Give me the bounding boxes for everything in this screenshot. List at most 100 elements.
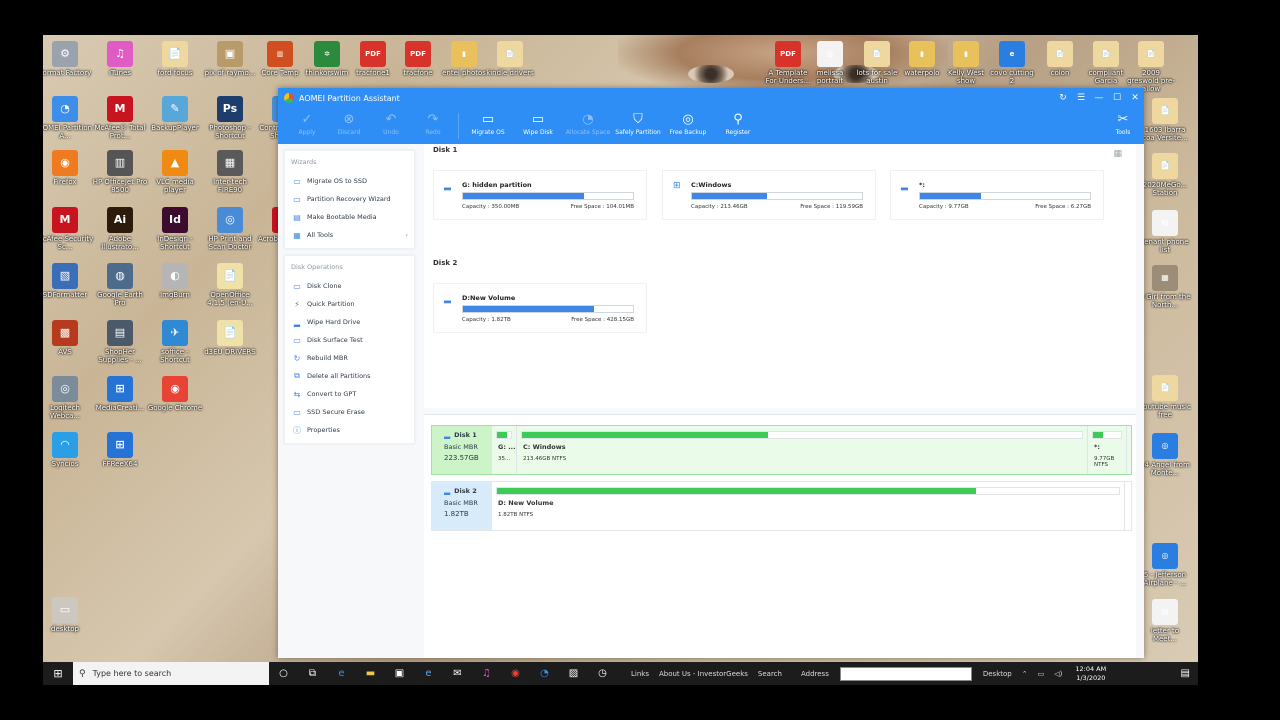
chrome-icon[interactable]: ◉ (501, 668, 530, 679)
clock-app-icon[interactable]: ◷ (588, 668, 617, 679)
desktop-icon[interactable]: 📄 colon (1036, 41, 1084, 77)
toolbar-button-undo[interactable]: ↶ Undo (370, 108, 412, 136)
task-view-icon[interactable]: ⧉ (298, 668, 327, 679)
desktop-icon[interactable]: M McAfee® Total Prot... (91, 96, 149, 140)
cortana-icon[interactable]: ○ (269, 668, 298, 679)
toolbar-button-migrate-os[interactable]: ▭ Migrate OS (463, 108, 513, 136)
desktop-icon[interactable]: ◉ Firefox (43, 150, 94, 186)
sidebar-item-ssd-secure-erase[interactable]: ▭ SSD Secure Erase (285, 403, 414, 421)
desktop-icon[interactable]: ▣ pix of raymo... (201, 41, 259, 77)
desktop-icon[interactable]: ▮ entei photos (440, 41, 488, 77)
notifications-icon[interactable]: ▤ (1181, 668, 1190, 679)
desktop-icon[interactable]: ♫ iTunes (91, 41, 149, 77)
desktop-icon[interactable]: PDF tracfone1 (349, 41, 397, 77)
desktop-icon[interactable]: ▤ ShopHer Supplies - ... (91, 320, 149, 364)
tools-button[interactable]: ✂ Tools (1102, 108, 1144, 136)
desktop-icon[interactable]: Id InDesign - Shortcut (146, 207, 204, 251)
tray-chevron-icon[interactable]: ⌃ (1022, 670, 1028, 678)
photos-icon[interactable]: ▨ (559, 668, 588, 679)
sidebar-item-delete-all-partitions[interactable]: ⧉ Delete all Partitions (285, 367, 414, 385)
disk-map-row[interactable]: ▂ Disk 2 Basic MBR 1.82TB D: New Volume 1.82T… (431, 481, 1132, 531)
desktop-icon[interactable]: 📄 2020MeGo... Station (1139, 153, 1191, 197)
desktop-icon[interactable]: ▮ waterpolo (898, 41, 946, 77)
disk-map-row[interactable]: ▂ Disk 1 Basic MBR 223.57GB G: ... 35... C: Wi… (431, 425, 1132, 475)
desktop-icon[interactable]: ◠ Syncios (43, 432, 94, 468)
desktop-icon[interactable]: ▦ 3 Girl from the North... (1139, 265, 1191, 309)
partition-card[interactable]: ▂ G: hidden partition Capacity : 350.00MB F… (433, 170, 647, 220)
desktop-icon[interactable]: ▧ SDFormatter (43, 263, 94, 299)
desktop-icon[interactable]: Ai Adobe Illustrato... (91, 207, 149, 251)
desktop-icon[interactable]: 📄 1603 Ibarra coa Versite... (1139, 98, 1191, 142)
desktop-toolbar-label[interactable]: Desktop (983, 670, 1012, 678)
desktop-icon[interactable]: 📄 lots for sale austin (853, 41, 901, 85)
sidebar-item-all-tools[interactable]: ▦ All Tools › (285, 226, 414, 244)
sidebar-item-make-bootable-media[interactable]: ▤ Make Bootable Media (285, 208, 414, 226)
desktop-icon[interactable]: ▤ tenant phone list (1139, 210, 1191, 254)
desktop-icon[interactable]: ▥ Core Temp (256, 41, 304, 77)
clock[interactable]: 12:04 AM 1/3/2020 (1075, 665, 1106, 683)
mail-icon[interactable]: ✉ (443, 668, 472, 679)
desktop-icon[interactable]: ▥ melissa portrait (806, 41, 854, 85)
taskbar-search[interactable]: ⚲ Type here to search (73, 662, 269, 685)
sidebar-item-quick-partition[interactable]: ⚡ Quick Partition (285, 295, 414, 313)
partition-card[interactable]: ▂ *: Capacity : 9.77GB Free Space : 6.27GB (890, 170, 1104, 220)
desktop-icon[interactable]: ✲ thinkorswim (303, 41, 351, 77)
address-input[interactable] (839, 666, 972, 681)
desktop-icon[interactable]: ◐ ImgBurn (146, 263, 204, 299)
desktop-icon[interactable]: 📄 d3EU DRIVERS (201, 320, 259, 356)
close-button[interactable]: ✕ (1126, 93, 1144, 103)
partition-block[interactable]: *: 9.77GB NTFS (1088, 426, 1127, 474)
desktop-icon[interactable]: ⚙ Format Factory (43, 41, 94, 77)
desktop-icon[interactable]: 📄 2009 greswold pre-allow (1127, 41, 1175, 93)
sidebar-item-disk-clone[interactable]: ▭ Disk Clone (285, 277, 414, 295)
edge-icon[interactable]: e (327, 668, 356, 679)
desktop-icon[interactable]: ▤ letter to Meet... (1139, 599, 1191, 643)
sidebar-item-migrate-os-to-ssd[interactable]: ▭ Migrate OS to SSD (285, 172, 414, 190)
partition-block[interactable]: D: New Volume 1.82TB NTFS (492, 482, 1125, 530)
toolbar-button-wipe-disk[interactable]: ▭ Wipe Disk (513, 108, 563, 136)
partition-card[interactable]: ▂ D:New Volume Capacity : 1.82TB Free Space… (433, 283, 647, 333)
toolbar-button-apply[interactable]: ✓ Apply (286, 108, 328, 136)
desktop-icon[interactable]: ▮ Kelly West show (942, 41, 990, 85)
desktop-icon[interactable]: ✎ BackupPlayer (146, 96, 204, 132)
file-explorer-icon[interactable]: ▬ (356, 668, 385, 679)
desktop-icon[interactable]: ◎ 14 Angel from Monte... (1139, 433, 1191, 477)
desktop-icon[interactable]: ⊞ MediaCreati... (91, 376, 149, 412)
refresh-icon[interactable]: ↻ (1054, 93, 1072, 103)
link-investorgeeks[interactable]: About Us - InvestorGeeks (659, 670, 748, 678)
minimize-button[interactable]: — (1090, 93, 1108, 103)
link-search[interactable]: Search (758, 670, 782, 678)
partition-block[interactable]: G: ... 35... (492, 426, 517, 474)
sidebar-item-rebuild-mbr[interactable]: ↻ Rebuild MBR (285, 349, 414, 367)
partition-block[interactable]: C: Windows 213.46GB NTFS (517, 426, 1088, 474)
desktop-icon[interactable]: ◍ Google Earth Pro (91, 263, 149, 307)
sidebar-item-partition-recovery-wizard[interactable]: ▭ Partition Recovery Wizard (285, 190, 414, 208)
store-icon[interactable]: ▣ (385, 668, 414, 679)
desktop-icon[interactable]: 📄 ford focus (146, 41, 204, 77)
desktop-icon[interactable]: ▩ AVS (43, 320, 94, 356)
desktop-icon[interactable]: PDF A Template For Unders... (764, 41, 812, 85)
keyboard-icon[interactable]: ▭ (1038, 670, 1045, 678)
itunes-icon[interactable]: ♫ (472, 668, 501, 679)
desktop-icon[interactable]: PDF tracfone (394, 41, 442, 77)
toolbar-button-redo[interactable]: ↷ Redo (412, 108, 454, 136)
desktop-icon[interactable]: 📄 compliant Garcia (1082, 41, 1130, 85)
desktop-icon[interactable]: M McAfee Security Sc... (43, 207, 94, 251)
toolbar-button-free-backup[interactable]: ◎ Free Backup (663, 108, 713, 136)
desktop-icon[interactable]: ⊞ FFReeX64 (91, 432, 149, 468)
desktop-icon[interactable]: e covo cutting 2 (988, 41, 1036, 85)
desktop-icon[interactable]: ▭ desktop (43, 597, 94, 633)
aomei-taskbar-icon[interactable]: ◔ (530, 668, 559, 679)
desktop-icon[interactable]: ◎ HP Print and Scan Doctor (201, 207, 259, 251)
desktop-icon[interactable]: 📄 OpenOffice 4.1.5 (en-U... (201, 263, 259, 307)
desktop-icon[interactable]: ▥ HP OfficeJet Pro 8500 (91, 150, 149, 194)
maximize-button[interactable]: ☐ (1108, 93, 1126, 103)
partition-card[interactable]: ⊞ C:Windows Capacity : 213.46GB Free Space … (662, 170, 876, 220)
sidebar-item-disk-surface-test[interactable]: ▭ Disk Surface Test (285, 331, 414, 349)
desktop-icon[interactable]: ✈ soffice - Shortcut (146, 320, 204, 364)
menu-icon[interactable]: ☰ (1072, 93, 1090, 103)
sidebar-item-properties[interactable]: ⓘ Properties (285, 421, 414, 439)
desktop-icon[interactable]: ◔ AOMEI Partition A... (43, 96, 94, 140)
toolbar-button-discard[interactable]: ⊗ Discard (328, 108, 370, 136)
toolbar-button-register[interactable]: ⚲ Register (713, 108, 763, 136)
